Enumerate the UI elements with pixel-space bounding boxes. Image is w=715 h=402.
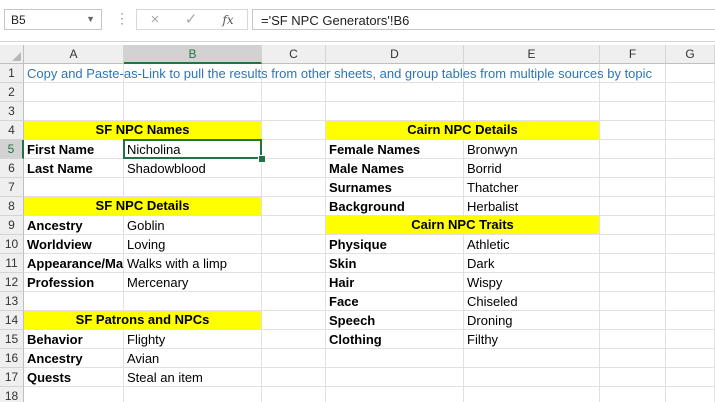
- column-header-g[interactable]: G: [666, 45, 715, 64]
- enter-icon[interactable]: ✓: [178, 9, 204, 31]
- sf-npc-names-label[interactable]: First Name: [24, 140, 124, 159]
- cairn-npc-traits-value[interactable]: Dark: [464, 254, 600, 273]
- row-header-13[interactable]: 13: [0, 292, 24, 311]
- column-header-e[interactable]: E: [464, 45, 600, 64]
- formula-bar: B5 ▼ ⋮ × ✓ fx ='SF NPC Generators'!B6: [0, 0, 715, 42]
- row-header-7[interactable]: 7: [0, 178, 24, 197]
- cancel-icon[interactable]: ×: [142, 9, 168, 31]
- sf-npc-details-label[interactable]: Worldview: [24, 235, 124, 254]
- cairn-npc-traits-value[interactable]: Droning: [464, 311, 600, 330]
- row-header-3[interactable]: 3: [0, 102, 24, 121]
- column-header-f[interactable]: F: [600, 45, 666, 64]
- select-all-icon: [12, 52, 21, 61]
- sf-npc-details-value[interactable]: Mercenary: [124, 273, 262, 292]
- sf-npc-details-label[interactable]: Ancestry: [24, 216, 124, 235]
- sf-npc-details-title[interactable]: SF NPC Details: [24, 197, 261, 215]
- cairn-npc-traits-label[interactable]: Face: [326, 292, 464, 311]
- cairn-npc-details-value[interactable]: Herbalist: [464, 197, 600, 216]
- row-header-18[interactable]: 18: [0, 387, 24, 402]
- cairn-npc-traits-title[interactable]: Cairn NPC Traits: [326, 216, 599, 234]
- row-header-4[interactable]: 4: [0, 121, 24, 140]
- row-header-16[interactable]: 16: [0, 349, 24, 368]
- sf-patrons-title[interactable]: SF Patrons and NPCs: [24, 311, 261, 329]
- row-gridline: [24, 101, 715, 102]
- sf-npc-names-value[interactable]: Shadowblood: [124, 159, 262, 178]
- formula-text: ='SF NPC Generators'!B6: [261, 13, 410, 28]
- intro-text[interactable]: Copy and Paste-as-Link to pull the resul…: [27, 64, 652, 83]
- cairn-npc-traits-label[interactable]: Skin: [326, 254, 464, 273]
- row-header-9[interactable]: 9: [0, 216, 24, 235]
- row-header-12[interactable]: 12: [0, 273, 24, 292]
- name-box[interactable]: B5 ▼: [4, 9, 102, 30]
- cairn-npc-details-label[interactable]: Surnames: [326, 178, 464, 197]
- more-options-icon[interactable]: ⋮: [115, 10, 129, 27]
- select-all-button[interactable]: [0, 45, 24, 64]
- cairn-npc-traits-value[interactable]: Chiseled: [464, 292, 600, 311]
- cairn-npc-details-title[interactable]: Cairn NPC Details: [326, 121, 599, 139]
- column-gridline: [665, 64, 666, 402]
- sf-npc-details-label[interactable]: Profession: [24, 273, 124, 292]
- cairn-npc-details-value[interactable]: Bronwyn: [464, 140, 600, 159]
- formula-input[interactable]: ='SF NPC Generators'!B6: [252, 9, 715, 30]
- chevron-down-icon[interactable]: ▼: [86, 14, 95, 24]
- active-cell-highlight: [123, 139, 262, 159]
- sf-patrons-value[interactable]: Flighty: [124, 330, 262, 349]
- cairn-npc-traits-label[interactable]: Hair: [326, 273, 464, 292]
- fx-label: fx: [222, 13, 234, 27]
- sf-patrons-value[interactable]: Steal an item: [124, 368, 262, 387]
- sf-npc-details-label[interactable]: Appearance/Mannerisms: [24, 254, 124, 273]
- insert-function-icon[interactable]: fx: [215, 9, 241, 31]
- sf-patrons-label[interactable]: Ancestry: [24, 349, 124, 368]
- column-header-b[interactable]: B: [124, 45, 262, 64]
- cairn-npc-traits-label[interactable]: Clothing: [326, 330, 464, 349]
- cairn-npc-traits-value[interactable]: Filthy: [464, 330, 600, 349]
- sf-npc-details-value[interactable]: Walks with a limp: [124, 254, 262, 273]
- row-header-17[interactable]: 17: [0, 368, 24, 387]
- row-header-10[interactable]: 10: [0, 235, 24, 254]
- cairn-npc-details-value[interactable]: Borrid: [464, 159, 600, 178]
- row-header-11[interactable]: 11: [0, 254, 24, 273]
- sf-patrons-label[interactable]: Quests: [24, 368, 124, 387]
- column-header-c[interactable]: C: [262, 45, 326, 64]
- row-header-8[interactable]: 8: [0, 197, 24, 216]
- row-header-6[interactable]: 6: [0, 159, 24, 178]
- row-header-5[interactable]: 5: [0, 140, 24, 159]
- cairn-npc-traits-label[interactable]: Speech: [326, 311, 464, 330]
- cairn-npc-traits-value[interactable]: Athletic: [464, 235, 600, 254]
- cairn-npc-details-label[interactable]: Male Names: [326, 159, 464, 178]
- cairn-npc-details-value[interactable]: Thatcher: [464, 178, 600, 197]
- sf-patrons-value[interactable]: Avian: [124, 349, 262, 368]
- cairn-npc-traits-value[interactable]: Wispy: [464, 273, 600, 292]
- row-header-14[interactable]: 14: [0, 311, 24, 330]
- name-box-value: B5: [11, 13, 26, 27]
- sf-npc-details-value[interactable]: Goblin: [124, 216, 262, 235]
- sf-npc-names-title[interactable]: SF NPC Names: [24, 121, 261, 139]
- row-header-1[interactable]: 1: [0, 64, 24, 83]
- row-header-15[interactable]: 15: [0, 330, 24, 349]
- row-header-2[interactable]: 2: [0, 83, 24, 102]
- sf-patrons-label[interactable]: Behavior: [24, 330, 124, 349]
- sf-npc-names-label[interactable]: Last Name: [24, 159, 124, 178]
- cairn-npc-traits-label[interactable]: Physique: [326, 235, 464, 254]
- spreadsheet-grid[interactable]: ABCDEFG 1 2 3 4 5 6 7 8 9 10 11 12 13 14 15 16 17 18 Copy…: [0, 45, 715, 402]
- cairn-npc-details-label[interactable]: Background: [326, 197, 464, 216]
- column-gridline: [599, 64, 600, 402]
- fill-handle[interactable]: [258, 155, 266, 163]
- column-header-d[interactable]: D: [326, 45, 464, 64]
- sf-npc-details-value[interactable]: Loving: [124, 235, 262, 254]
- column-header-a[interactable]: A: [24, 45, 124, 64]
- cairn-npc-details-label[interactable]: Female Names: [326, 140, 464, 159]
